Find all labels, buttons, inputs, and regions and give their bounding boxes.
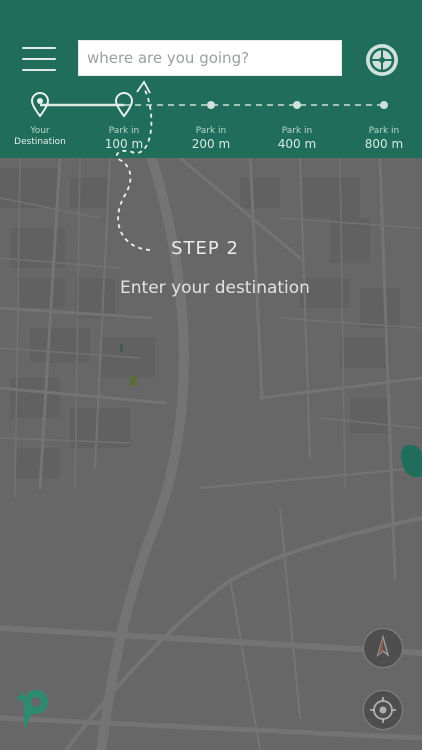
step-park-400[interactable]: Park in 400 m [257,126,337,151]
top-bar: Your Destination Park in 100 m Park in 2… [0,0,422,158]
destination-search-input[interactable] [78,40,342,76]
dot-icon [380,101,388,109]
step-park-100[interactable]: Park in 100 m [84,126,164,151]
dot-icon [293,101,301,109]
step-park-800[interactable]: Park in 800 m [344,126,422,151]
distance-steps: Your Destination Park in 100 m Park in 2… [0,88,422,151]
step-line2: 400 m [277,137,317,151]
parking-logo-icon [16,688,50,732]
tutorial-step-title: STEP 2 [171,238,239,259]
locate-me-icon[interactable] [363,690,403,730]
step-line2: Destination [14,137,66,147]
step-line1: Park in [368,126,400,136]
step-line2: 100 m [104,137,144,151]
dot-icon [207,101,215,109]
step-line1: Your [30,126,50,136]
hamburger-menu-icon[interactable] [22,42,56,72]
steps-track [30,92,388,118]
step-park-200[interactable]: Park in 200 m [171,126,251,151]
wheel-icon[interactable] [364,42,400,78]
step-destination[interactable]: Your Destination [0,126,80,148]
step-line1: Park in [108,126,140,136]
step-line2: 200 m [191,137,231,151]
compass-icon[interactable] [363,628,403,668]
step-line1: Park in [281,126,313,136]
step-line2: 800 m [364,137,404,151]
step-line1: Park in [195,126,227,136]
tutorial-step-text: Enter your destination [120,278,310,298]
